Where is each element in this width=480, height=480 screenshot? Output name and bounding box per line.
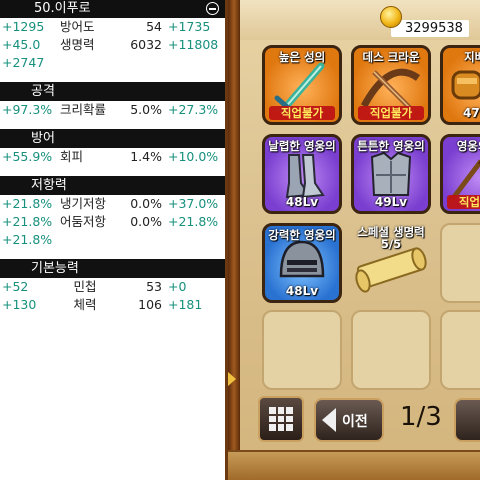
inventory-slot[interactable]: 데스 크라운 직업불가 bbox=[351, 45, 431, 125]
stat-value: 1.4% bbox=[130, 149, 162, 164]
stat-row: +21.8% 냉기저항 0.0% +37.0% bbox=[0, 195, 225, 213]
stat-bonus-left: +52 bbox=[2, 279, 29, 294]
item-name: 강력한 영웅의 bbox=[268, 228, 336, 242]
item-level: 49Lv bbox=[374, 195, 408, 209]
stat-name: 방어도 bbox=[60, 19, 95, 34]
inventory-slot[interactable]: 높은 성의 직업불가 bbox=[262, 45, 342, 125]
stat-name: 회피 bbox=[60, 149, 84, 164]
stat-value: 6032 bbox=[130, 37, 162, 52]
item-level: 48Lv bbox=[285, 195, 319, 209]
stat-row: +21.8% bbox=[0, 231, 225, 249]
scroll-bottom bbox=[228, 450, 480, 480]
stat-bonus-right: +21.8% bbox=[168, 214, 219, 229]
item-name: 튼튼한 영웅의 bbox=[357, 139, 425, 153]
prev-page-label: 이전 bbox=[342, 414, 368, 430]
inventory-slot[interactable]: 지배자 47Lv bbox=[440, 45, 480, 125]
inventory-slot-empty[interactable] bbox=[262, 310, 342, 390]
stat-row: +21.8% 어둠저항 0.0% +21.8% bbox=[0, 213, 225, 231]
stat-bonus-left: +55.9% bbox=[2, 149, 53, 164]
inventory-panel: 3299538 높은 성의 직업불가 데스 크라운 직업불가 지배자 47Lv bbox=[228, 0, 480, 480]
stat-bonus-left: +45.0 bbox=[2, 37, 41, 52]
stat-value: 0.0% bbox=[130, 214, 162, 229]
character-header: 50.이푸로 bbox=[0, 0, 225, 18]
scroll-rod bbox=[228, 0, 240, 480]
section-header-resistance: 저항력 bbox=[0, 176, 225, 195]
stat-row: +97.3% 크리확률 5.0% +27.3% bbox=[0, 101, 225, 119]
class-restriction-label: 직업불가 bbox=[447, 195, 480, 209]
item-name: 높은 성의 bbox=[278, 50, 326, 64]
class-restriction-label: 직업불가 bbox=[358, 106, 424, 120]
stat-bonus-left: +21.8% bbox=[2, 214, 53, 229]
stat-name: 생명력 bbox=[60, 37, 95, 52]
stat-value: 0.0% bbox=[130, 196, 162, 211]
stat-bonus-left: +21.8% bbox=[2, 196, 53, 211]
stat-name: 냉기저항 bbox=[60, 196, 107, 211]
item-level: 47Lv bbox=[463, 106, 480, 120]
minimize-icon[interactable] bbox=[206, 2, 219, 15]
item-name: 지배자 bbox=[464, 50, 480, 64]
stat-bonus-left: +1295 bbox=[2, 19, 45, 34]
stat-bonus-left: +2747 bbox=[2, 55, 45, 70]
stat-bonus-right: +181 bbox=[168, 297, 203, 312]
page-indicator: 1/3 bbox=[400, 402, 442, 432]
stat-name: 크리확률 bbox=[60, 102, 107, 117]
grid-view-button[interactable] bbox=[258, 396, 304, 442]
stat-bonus-left: +130 bbox=[2, 297, 37, 312]
inventory-slot[interactable]: 튼튼한 영웅의 49Lv bbox=[351, 134, 431, 214]
grid-icon bbox=[269, 407, 293, 431]
stat-bonus-left: +97.3% bbox=[2, 102, 53, 117]
item-name: 영웅의 미 bbox=[456, 139, 480, 153]
character-name: 50.이푸로 bbox=[34, 1, 91, 16]
stat-value: 53 bbox=[146, 279, 162, 294]
stat-row: +2747 bbox=[0, 54, 225, 72]
next-page-button[interactable] bbox=[454, 398, 480, 442]
inventory-slot[interactable]: 영웅의 미 직업불가 bbox=[440, 134, 480, 214]
stat-value: 106 bbox=[138, 297, 162, 312]
inventory-slot-empty[interactable] bbox=[351, 310, 431, 390]
stat-bonus-left: +21.8% bbox=[2, 232, 53, 247]
inventory-slot[interactable]: 강력한 영웅의 48Lv bbox=[262, 223, 342, 303]
stat-row: +130 체력 106 +181 bbox=[0, 296, 225, 314]
stat-row: +1295 방어도 54 +1735 bbox=[0, 18, 225, 36]
stat-value: 5.0% bbox=[130, 102, 162, 117]
stat-value: 54 bbox=[146, 19, 162, 34]
stat-name: 민첩 bbox=[73, 279, 97, 294]
inventory-slot-empty[interactable] bbox=[440, 310, 480, 390]
inventory-slot[interactable]: 날렵한 영웅의 48Lv bbox=[262, 134, 342, 214]
stat-bonus-right: +1735 bbox=[168, 19, 211, 34]
inventory-slot[interactable]: 스페셜 생명력 5/5 bbox=[351, 223, 431, 303]
expand-arrow-icon[interactable] bbox=[228, 372, 236, 386]
stat-bonus-right: +11808 bbox=[168, 37, 219, 52]
gold-coin-icon bbox=[380, 6, 402, 28]
stat-row: +45.0 생명력 6032 +11808 bbox=[0, 36, 225, 54]
section-header-attack: 공격 bbox=[0, 82, 225, 101]
stat-bonus-right: +10.0% bbox=[168, 149, 219, 164]
item-level: 48Lv bbox=[285, 284, 319, 298]
stat-row: +52 민첩 53 +0 bbox=[0, 278, 225, 296]
stat-bonus-right: +0 bbox=[168, 279, 187, 294]
item-charges: 5/5 bbox=[380, 237, 402, 251]
stat-name: 체력 bbox=[73, 297, 97, 312]
prev-page-button[interactable]: 이전 bbox=[314, 398, 384, 442]
gold-amount: 3299538 bbox=[391, 20, 469, 37]
stat-row: +55.9% 회피 1.4% +10.0% bbox=[0, 148, 225, 166]
stats-panel: 50.이푸로 +1295 방어도 54 +1735 +45.0 생명력 6032… bbox=[0, 0, 228, 480]
item-name: 데스 크라운 bbox=[362, 50, 420, 64]
stat-bonus-right: +27.3% bbox=[168, 102, 219, 117]
item-name: 날렵한 영웅의 bbox=[268, 139, 336, 153]
section-header-base-stats: 기본능력 bbox=[0, 259, 225, 278]
class-restriction-label: 직업불가 bbox=[269, 106, 335, 120]
chevron-left-icon bbox=[322, 408, 336, 432]
stat-name: 어둠저항 bbox=[60, 214, 107, 229]
section-header-defense: 방어 bbox=[0, 129, 225, 148]
stat-bonus-right: +37.0% bbox=[168, 196, 219, 211]
inventory-slot-empty[interactable] bbox=[440, 223, 480, 303]
